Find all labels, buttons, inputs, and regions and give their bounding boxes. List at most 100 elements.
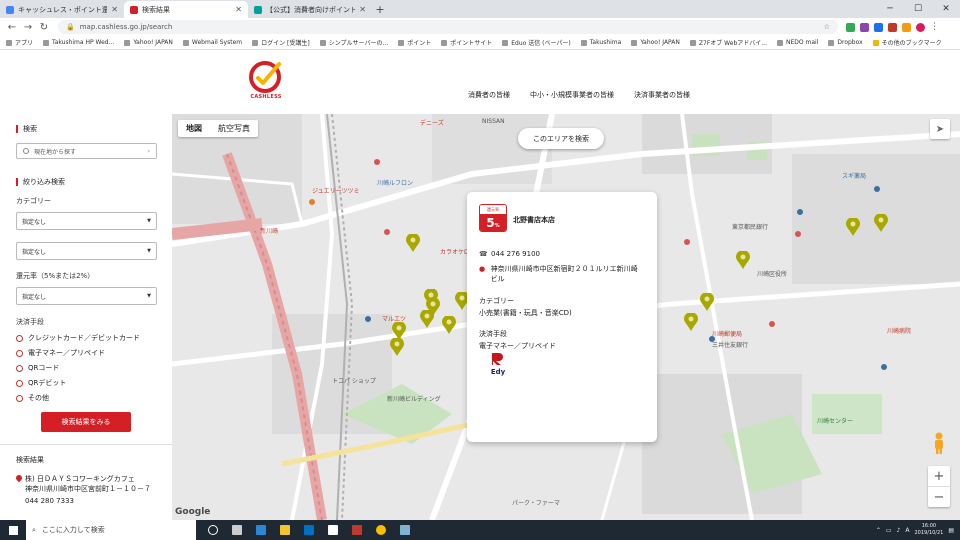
sidebar: 検索 現在地から探す › 絞り込み検索 カテゴリー 指定なし ▼ 指定なし ▼ … (0, 114, 172, 520)
nav-consumers[interactable]: 消費者の皆様 (468, 90, 510, 100)
merchant-pin-icon[interactable] (420, 310, 434, 328)
bookmark-item[interactable]: シンプルサーバーの... (319, 38, 388, 47)
bookmark-icon (502, 39, 509, 46)
minimize-icon[interactable]: ─ (876, 0, 904, 18)
bookmark-item[interactable]: アプリ (6, 38, 33, 47)
rate-label: 還元率（5%または2%） (16, 272, 95, 280)
close-icon[interactable]: ✕ (111, 5, 118, 14)
merchant-pin-icon[interactable] (846, 218, 860, 236)
merchant-pin-icon[interactable] (442, 316, 456, 334)
acrobat-icon[interactable] (348, 520, 366, 540)
bookmark-item[interactable]: ポイントサイト (441, 38, 492, 47)
forward-icon[interactable]: → (20, 19, 36, 35)
lock-icon: 🔒 (66, 23, 75, 31)
taskbar-search[interactable]: ⌕ ここに入力して検索 (26, 520, 196, 540)
payment-label: 決済手段 (479, 330, 507, 338)
category-select[interactable]: 指定なし ▼ (16, 212, 157, 230)
new-tab-button[interactable]: + (372, 1, 388, 18)
merchant-pin-icon[interactable] (684, 313, 698, 331)
address-bar[interactable]: 🔒 map.cashless.go.jp/search ☆ (58, 20, 838, 34)
extension-icon[interactable] (888, 22, 897, 32)
close-icon[interactable]: ✕ (235, 5, 242, 14)
bookmark-item[interactable]: Dropbox (828, 39, 863, 46)
phone-number[interactable]: 044 276 9100 (491, 250, 540, 258)
edge-icon[interactable] (252, 520, 270, 540)
subcategory-select[interactable]: 指定なし ▼ (16, 242, 157, 260)
payment-option-credit[interactable]: クレジットカード／デビットカード (16, 333, 140, 343)
checkbox[interactable] (16, 364, 23, 372)
checkbox[interactable] (16, 349, 23, 357)
bookmark-item[interactable]: Yahoo! JAPAN (631, 39, 680, 46)
bookmark-item[interactable]: ログイン [受講生] (252, 38, 310, 47)
shop-phone: ☎ 044 276 9100 (479, 250, 540, 258)
merchant-pin-icon[interactable] (390, 338, 404, 356)
result-item[interactable]: 株) 日ＤＡＹＳコワーキングカフェ 神奈川県川崎市中区宮前町１－１０－７ 044… (14, 473, 161, 506)
extension-icon[interactable] (860, 22, 869, 32)
bookmark-item[interactable]: NEDO mail (776, 39, 818, 46)
outlook-icon[interactable] (300, 520, 318, 540)
task-view-icon[interactable] (204, 520, 222, 540)
extension-icon[interactable] (902, 22, 911, 32)
extension-icon[interactable] (874, 22, 883, 32)
checkbox[interactable] (16, 334, 23, 342)
bookmark-item[interactable]: ポイント (398, 38, 431, 47)
close-window-icon[interactable]: ✕ (932, 0, 960, 18)
explorer-icon[interactable] (276, 520, 294, 540)
bookmarks-bar: アプリ Takushima HP Wed... Yahoo! JAPAN Web… (0, 36, 960, 50)
bookmark-item[interactable]: Takushima (580, 39, 621, 46)
back-icon[interactable]: ← (4, 19, 20, 35)
browser-tab-2[interactable]: 検索結果 ✕ (124, 1, 248, 18)
extension-icon[interactable] (846, 22, 855, 32)
dropdown-arrow-icon: ▼ (147, 218, 151, 224)
profile-avatar[interactable] (916, 22, 925, 32)
multitask-icon[interactable] (228, 520, 246, 540)
network-icon[interactable]: ▭ (886, 527, 892, 534)
checkbox[interactable] (16, 379, 23, 387)
store-icon[interactable] (324, 520, 342, 540)
merchant-pin-icon[interactable] (874, 214, 888, 232)
close-icon[interactable]: ✕ (359, 5, 366, 14)
clock[interactable]: 16:00 2019/10/21 (915, 523, 944, 537)
bookmark-item[interactable]: その他のブックマーク (872, 38, 942, 47)
payment-option-qr[interactable]: QRコード (16, 363, 59, 373)
maximize-icon[interactable]: ☐ (904, 0, 932, 18)
zoom-in-button[interactable]: + (928, 466, 950, 486)
ime-icon[interactable]: A (905, 527, 909, 534)
bookmark-star-icon[interactable]: ☆ (824, 23, 830, 31)
payment-option-emoney[interactable]: 電子マネー／プリペイド (16, 348, 105, 358)
browser-tab-3[interactable]: 【公式】消費者向けポイント還元 ✕ (248, 1, 372, 18)
bookmark-item[interactable]: Takushima HP Wed... (43, 39, 114, 46)
checkbox[interactable] (16, 394, 23, 402)
volume-icon[interactable]: ♪ (897, 527, 901, 534)
window-controls: ─ ☐ ✕ (876, 0, 960, 18)
app-icon[interactable] (396, 520, 414, 540)
street-view-pegman-icon[interactable] (932, 432, 946, 454)
chrome-icon[interactable] (372, 520, 390, 540)
location-search-box[interactable]: 現在地から探す › (16, 143, 157, 159)
payment-option-other[interactable]: その他 (16, 393, 49, 403)
bookmark-item[interactable]: Yahoo! JAPAN (124, 39, 173, 46)
nav-payment-providers[interactable]: 決済事業者の皆様 (634, 90, 690, 100)
menu-icon[interactable]: ⋮ (930, 22, 939, 32)
payment-option-qr-debit[interactable]: QRデビット (16, 378, 66, 388)
bookmark-item[interactable]: Z7Fオブ Webアドバイ... (689, 38, 767, 47)
payment-label: 決済手段 (16, 318, 44, 326)
bookmark-item[interactable]: Eduo 送信 (ベーパー) (502, 38, 571, 47)
nav-merchants[interactable]: 中小・小規模事業者の皆様 (530, 90, 614, 100)
merchant-pin-icon[interactable] (406, 234, 420, 252)
browser-tab-1[interactable]: キャッシュレス・ポイント還元事業 ✕ (0, 1, 124, 18)
merchant-pin-icon[interactable] (736, 251, 750, 269)
submit-search-button[interactable]: 検索結果をみる (41, 412, 131, 432)
zoom-control: + − (928, 466, 950, 507)
bookmark-item[interactable]: Webmail System (182, 39, 242, 46)
map-area[interactable]: 地図 航空写真 このエリアを検索 ➤ 新川崎 マルエツ カラオケDAM 川崎ルフ… (172, 114, 960, 520)
url-text: map.cashless.go.jp/search (79, 23, 173, 31)
chevron-up-icon[interactable]: ⌃ (876, 527, 881, 534)
reload-icon[interactable]: ↻ (36, 19, 52, 35)
rate-select[interactable]: 指定なし ▼ (16, 287, 157, 305)
notification-icon[interactable]: ▤ (948, 527, 954, 534)
merchant-pin-icon[interactable] (700, 293, 714, 311)
category-value: 小売業(書籍・玩具・音楽CD) (479, 309, 572, 317)
windows-start-icon[interactable] (0, 520, 26, 540)
zoom-out-button[interactable]: − (928, 487, 950, 507)
